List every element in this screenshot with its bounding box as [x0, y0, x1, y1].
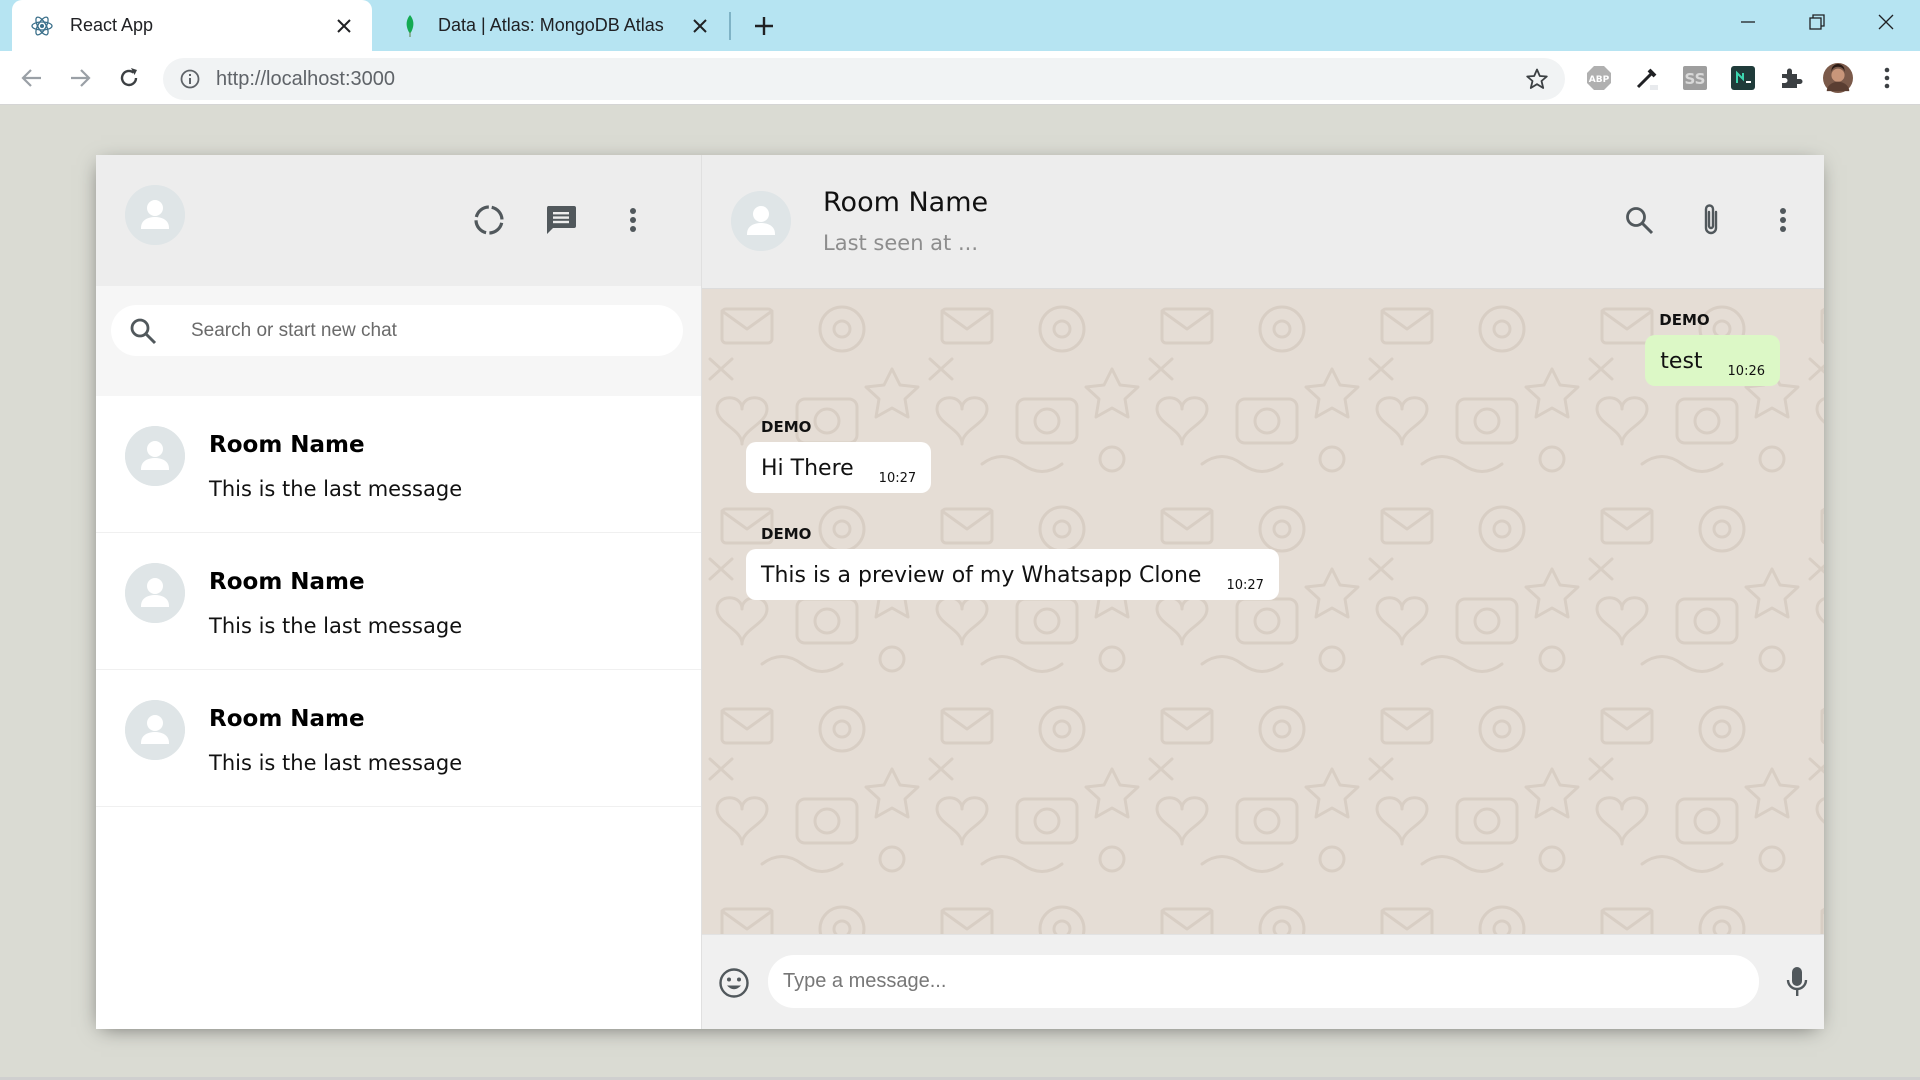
minimize-icon[interactable]	[1724, 4, 1772, 40]
message-text: This is a preview of my Whatsapp Clone	[761, 563, 1202, 588]
message-received: DEMO This is a preview of my Whatsapp Cl…	[746, 525, 1279, 600]
reload-icon[interactable]	[111, 60, 147, 96]
chat-room-name: Room Name	[823, 187, 989, 218]
sidebar-header	[96, 155, 701, 286]
room-name: Room Name	[209, 432, 365, 458]
message-text: Hi There	[761, 456, 854, 481]
message-time: 10:27	[1226, 578, 1264, 593]
more-vert-icon[interactable]	[609, 196, 657, 244]
mic-icon[interactable]	[1777, 962, 1817, 1002]
profile-avatar-icon[interactable]	[1823, 63, 1853, 93]
address-bar[interactable]: http://localhost:3000	[163, 58, 1565, 100]
tab-mongodb-atlas[interactable]: Data | Atlas: MongoDB Atlas	[380, 0, 728, 51]
tab-title: React App	[70, 15, 154, 35]
browser-tabstrip: React App Data | Atlas: MongoDB Atlas	[0, 0, 1920, 51]
message-sender: DEMO	[761, 418, 812, 436]
room-last-message: This is the last message	[209, 614, 463, 638]
browser-toolbar: http://localhost:3000 ABP SS	[0, 51, 1920, 105]
chat-panel: Room Name Last seen at ... DEMO test 10:…	[702, 155, 1824, 1029]
room-avatar[interactable]	[731, 191, 791, 251]
ss-extension-icon[interactable]: SS	[1680, 63, 1710, 93]
svg-text:ABP: ABP	[1589, 75, 1610, 85]
chat-body: DEMO test 10:26 DEMO Hi There 10:27 DEMO…	[702, 289, 1824, 934]
user-avatar[interactable]	[125, 185, 185, 245]
puzzle-extensions-icon[interactable]	[1776, 63, 1806, 93]
attach-icon[interactable]	[1687, 196, 1735, 244]
sidebar-search-box[interactable]	[111, 305, 683, 356]
sidebar: Room Name This is the last message Room …	[96, 155, 702, 1029]
room-avatar	[125, 426, 185, 486]
adblock-plus-icon[interactable]: ABP	[1584, 63, 1614, 93]
room-name: Room Name	[209, 569, 365, 595]
react-logo-icon	[30, 14, 54, 38]
tab-react-app[interactable]: React App	[12, 0, 372, 51]
room-avatar	[125, 700, 185, 760]
chat-list-item[interactable]: Room Name This is the last message	[96, 396, 701, 533]
room-name: Room Name	[209, 706, 365, 732]
message-time: 10:26	[1727, 364, 1765, 379]
close-tab-icon[interactable]	[330, 12, 358, 40]
message-time: 10:27	[878, 471, 917, 486]
browser-menu-icon[interactable]	[1872, 63, 1902, 93]
room-last-message: This is the last message	[209, 751, 463, 775]
sidebar-search-container	[96, 286, 701, 396]
url-text[interactable]: http://localhost:3000	[216, 68, 1523, 91]
message-sender: DEMO	[1659, 311, 1710, 329]
chat-header: Room Name Last seen at ...	[702, 155, 1824, 289]
tab-divider	[729, 12, 731, 40]
close-window-icon[interactable]	[1862, 4, 1910, 40]
message-sent: DEMO test 10:26	[1645, 311, 1780, 386]
emoji-icon[interactable]	[716, 965, 752, 1001]
status-icon[interactable]	[465, 196, 513, 244]
chat-last-seen: Last seen at ...	[823, 231, 978, 255]
bookmark-star-icon[interactable]	[1523, 65, 1551, 93]
message-bubble[interactable]: This is a preview of my Whatsapp Clone 1…	[746, 549, 1279, 600]
message-sender: DEMO	[761, 525, 812, 543]
whatsapp-app: Room Name This is the last message Room …	[96, 155, 1824, 1029]
message-text: test	[1660, 349, 1703, 374]
person-icon	[125, 185, 185, 245]
more-vert-icon[interactable]	[1759, 196, 1807, 244]
site-info-icon[interactable]	[178, 67, 202, 91]
message-received: DEMO Hi There 10:27	[746, 418, 932, 493]
tab-title: Data | Atlas: MongoDB Atlas	[438, 15, 664, 35]
chat-list-item[interactable]: Room Name This is the last message	[96, 670, 701, 807]
message-bubble[interactable]: test 10:26	[1645, 335, 1780, 386]
forward-arrow-icon[interactable]	[62, 60, 98, 96]
chat-footer	[702, 934, 1824, 1029]
mongodb-leaf-icon	[398, 14, 422, 38]
search-icon[interactable]	[1615, 196, 1663, 244]
person-icon	[125, 426, 185, 486]
terminal-extension-icon[interactable]	[1728, 63, 1758, 93]
message-input[interactable]	[783, 970, 1733, 993]
person-icon	[125, 700, 185, 760]
close-tab-icon[interactable]	[686, 12, 714, 40]
back-arrow-icon[interactable]	[14, 60, 50, 96]
room-avatar	[125, 563, 185, 623]
new-chat-icon[interactable]	[537, 196, 585, 244]
person-icon	[731, 191, 791, 251]
room-last-message: This is the last message	[209, 477, 463, 501]
svg-text:SS: SS	[1685, 70, 1706, 88]
person-icon	[125, 563, 185, 623]
eyedropper-icon[interactable]	[1632, 63, 1662, 93]
message-bubble[interactable]: Hi There 10:27	[746, 442, 932, 493]
chat-list-item[interactable]: Room Name This is the last message	[96, 533, 701, 670]
chat-list: Room Name This is the last message Room …	[96, 396, 701, 1029]
message-input-box[interactable]	[768, 955, 1759, 1008]
search-input[interactable]	[191, 319, 651, 342]
new-tab-icon[interactable]	[748, 10, 780, 42]
restore-icon[interactable]	[1793, 4, 1841, 40]
search-icon	[125, 313, 161, 349]
